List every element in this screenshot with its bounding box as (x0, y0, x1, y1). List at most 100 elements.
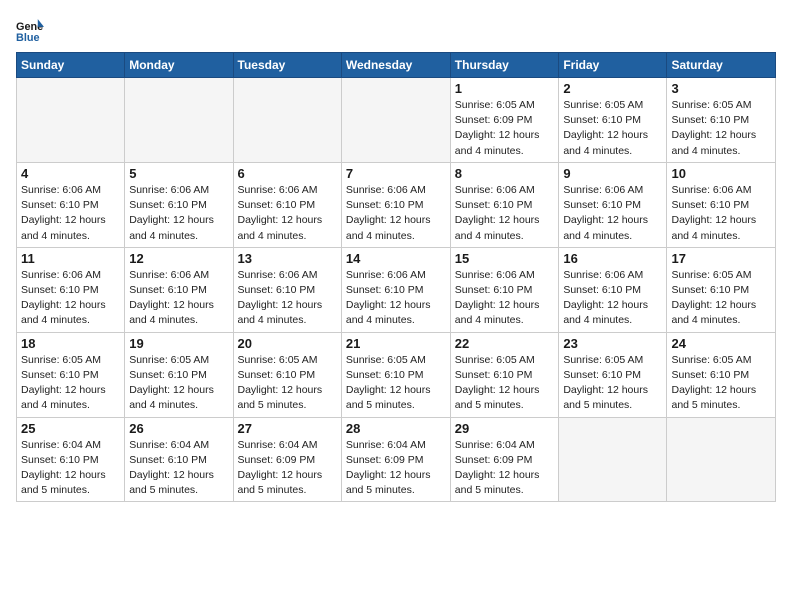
day-info: Sunrise: 6:05 AM Sunset: 6:09 PM Dayligh… (455, 98, 555, 159)
page-header: General Blue (16, 16, 776, 44)
day-info: Sunrise: 6:06 AM Sunset: 6:10 PM Dayligh… (21, 268, 120, 329)
day-number: 19 (129, 336, 228, 351)
day-info: Sunrise: 6:05 AM Sunset: 6:10 PM Dayligh… (21, 353, 120, 414)
weekday-header: Tuesday (233, 53, 341, 78)
day-number: 26 (129, 421, 228, 436)
calendar-cell: 25Sunrise: 6:04 AM Sunset: 6:10 PM Dayli… (17, 417, 125, 502)
calendar-cell: 1 Sunrise: 6:05 AM Sunset: 6:09 PM Daylig… (450, 78, 559, 163)
calendar-cell: 23Sunrise: 6:05 AM Sunset: 6:10 PM Dayli… (559, 332, 667, 417)
day-info: Sunrise: 6:05 AM Sunset: 6:10 PM Dayligh… (455, 353, 555, 414)
day-info: Sunrise: 6:04 AM Sunset: 6:09 PM Dayligh… (238, 438, 337, 499)
day-info: Sunrise: 6:06 AM Sunset: 6:10 PM Dayligh… (238, 183, 337, 244)
calendar-cell: 7 Sunrise: 6:06 AM Sunset: 6:10 PM Daylig… (341, 162, 450, 247)
day-info: Sunrise: 6:05 AM Sunset: 6:10 PM Dayligh… (563, 98, 662, 159)
day-info: Sunrise: 6:05 AM Sunset: 6:10 PM Dayligh… (238, 353, 337, 414)
day-number: 25 (21, 421, 120, 436)
calendar-cell (341, 78, 450, 163)
calendar-cell: 28 Sunrise: 6:04 AM Sunset: 6:09 PM Dayli… (341, 417, 450, 502)
calendar-cell: 5 Sunrise: 6:06 AM Sunset: 6:10 PM Daylig… (125, 162, 233, 247)
calendar-table: SundayMondayTuesdayWednesdayThursdayFrid… (16, 52, 776, 502)
calendar-cell: 15 Sunrise: 6:06 AM Sunset: 6:10 PM Dayli… (450, 247, 559, 332)
day-number: 3 (671, 81, 771, 96)
calendar-week-row: 25 Sunrise: 6:04 AM Sunset: 6:10 PM Dayli… (17, 417, 776, 502)
day-info: Sunrise: 6:05 AM Sunset: 6:10 PM Dayligh… (671, 268, 771, 329)
day-number: 21 (346, 336, 446, 351)
day-info: Sunrise: 6:05 AM Sunset: 6:10 PM Dayligh… (671, 98, 771, 159)
logo: General Blue (16, 16, 48, 44)
calendar-cell: 11Sunrise: 6:06 AM Sunset: 6:10 PM Dayli… (17, 247, 125, 332)
day-info: Sunrise: 6:06 AM Sunset: 6:10 PM Dayligh… (346, 268, 446, 329)
calendar-cell: 2Sunrise: 6:05 AM Sunset: 6:10 PM Daylig… (559, 78, 667, 163)
day-info: Sunrise: 6:04 AM Sunset: 6:09 PM Dayligh… (346, 438, 446, 499)
day-number: 28 (346, 421, 446, 436)
weekday-header: Monday (125, 53, 233, 78)
day-info: Sunrise: 6:06 AM Sunset: 6:10 PM Dayligh… (455, 183, 555, 244)
day-number: 4 (21, 166, 120, 181)
day-number: 18 (21, 336, 120, 351)
day-number: 17 (671, 251, 771, 266)
day-number: 29 (455, 421, 555, 436)
day-info: Sunrise: 6:06 AM Sunset: 6:10 PM Dayligh… (455, 268, 555, 329)
day-number: 5 (129, 166, 228, 181)
day-info: Sunrise: 6:04 AM Sunset: 6:09 PM Dayligh… (455, 438, 555, 499)
day-number: 8 (455, 166, 555, 181)
calendar-cell: 22 Sunrise: 6:05 AM Sunset: 6:10 PM Dayli… (450, 332, 559, 417)
calendar-cell: 17 Sunrise: 6:05 AM Sunset: 6:10 PM Dayli… (667, 247, 776, 332)
calendar-cell: 10 Sunrise: 6:06 AM Sunset: 6:10 PM Dayli… (667, 162, 776, 247)
calendar-cell (667, 417, 776, 502)
day-number: 14 (346, 251, 446, 266)
day-number: 12 (129, 251, 228, 266)
logo-icon: General Blue (16, 16, 44, 44)
calendar-cell (125, 78, 233, 163)
day-number: 7 (346, 166, 446, 181)
day-info: Sunrise: 6:04 AM Sunset: 6:10 PM Dayligh… (129, 438, 228, 499)
day-number: 24 (671, 336, 771, 351)
day-info: Sunrise: 6:06 AM Sunset: 6:10 PM Dayligh… (346, 183, 446, 244)
calendar-cell: 6 Sunrise: 6:06 AM Sunset: 6:10 PM Daylig… (233, 162, 341, 247)
calendar-cell (233, 78, 341, 163)
calendar-week-row: 4 Sunrise: 6:06 AM Sunset: 6:10 PM Daylig… (17, 162, 776, 247)
calendar-week-row: 18 Sunrise: 6:05 AM Sunset: 6:10 PM Dayli… (17, 332, 776, 417)
day-number: 10 (671, 166, 771, 181)
day-number: 20 (238, 336, 337, 351)
day-info: Sunrise: 6:06 AM Sunset: 6:10 PM Dayligh… (129, 183, 228, 244)
weekday-header: Friday (559, 53, 667, 78)
calendar-cell: 24 Sunrise: 6:05 AM Sunset: 6:10 PM Dayli… (667, 332, 776, 417)
day-info: Sunrise: 6:06 AM Sunset: 6:10 PM Dayligh… (238, 268, 337, 329)
day-info: Sunrise: 6:05 AM Sunset: 6:10 PM Dayligh… (671, 353, 771, 414)
day-number: 9 (563, 166, 662, 181)
day-number: 15 (455, 251, 555, 266)
day-number: 1 (455, 81, 555, 96)
day-info: Sunrise: 6:06 AM Sunset: 6:10 PM Dayligh… (563, 268, 662, 329)
calendar-week-row: 1 Sunrise: 6:05 AM Sunset: 6:09 PM Daylig… (17, 78, 776, 163)
day-number: 27 (238, 421, 337, 436)
weekday-header: Wednesday (341, 53, 450, 78)
day-number: 23 (563, 336, 662, 351)
calendar-cell: 26 Sunrise: 6:04 AM Sunset: 6:10 PM Dayli… (125, 417, 233, 502)
calendar-cell: 18 Sunrise: 6:05 AM Sunset: 6:10 PM Dayli… (17, 332, 125, 417)
calendar-cell: 13 Sunrise: 6:06 AM Sunset: 6:10 PM Dayli… (233, 247, 341, 332)
calendar-cell (17, 78, 125, 163)
weekday-header: Thursday (450, 53, 559, 78)
day-number: 22 (455, 336, 555, 351)
calendar-cell: 3 Sunrise: 6:05 AM Sunset: 6:10 PM Daylig… (667, 78, 776, 163)
calendar-cell: 27 Sunrise: 6:04 AM Sunset: 6:09 PM Dayli… (233, 417, 341, 502)
weekday-header-row: SundayMondayTuesdayWednesdayThursdayFrid… (17, 53, 776, 78)
day-info: Sunrise: 6:06 AM Sunset: 6:10 PM Dayligh… (129, 268, 228, 329)
calendar-cell: 21Sunrise: 6:05 AM Sunset: 6:10 PM Dayli… (341, 332, 450, 417)
day-info: Sunrise: 6:06 AM Sunset: 6:10 PM Dayligh… (671, 183, 771, 244)
calendar-cell: 29 Sunrise: 6:04 AM Sunset: 6:09 PM Dayli… (450, 417, 559, 502)
day-number: 16 (563, 251, 662, 266)
day-number: 6 (238, 166, 337, 181)
weekday-header: Sunday (17, 53, 125, 78)
day-number: 13 (238, 251, 337, 266)
day-info: Sunrise: 6:06 AM Sunset: 6:10 PM Dayligh… (21, 183, 120, 244)
calendar-cell: 8 Sunrise: 6:06 AM Sunset: 6:10 PM Daylig… (450, 162, 559, 247)
calendar-cell: 4 Sunrise: 6:06 AM Sunset: 6:10 PM Daylig… (17, 162, 125, 247)
calendar-cell: 9Sunrise: 6:06 AM Sunset: 6:10 PM Daylig… (559, 162, 667, 247)
svg-text:Blue: Blue (16, 32, 40, 44)
calendar-cell (559, 417, 667, 502)
day-info: Sunrise: 6:05 AM Sunset: 6:10 PM Dayligh… (129, 353, 228, 414)
weekday-header: Saturday (667, 53, 776, 78)
calendar-cell: 19 Sunrise: 6:05 AM Sunset: 6:10 PM Dayli… (125, 332, 233, 417)
